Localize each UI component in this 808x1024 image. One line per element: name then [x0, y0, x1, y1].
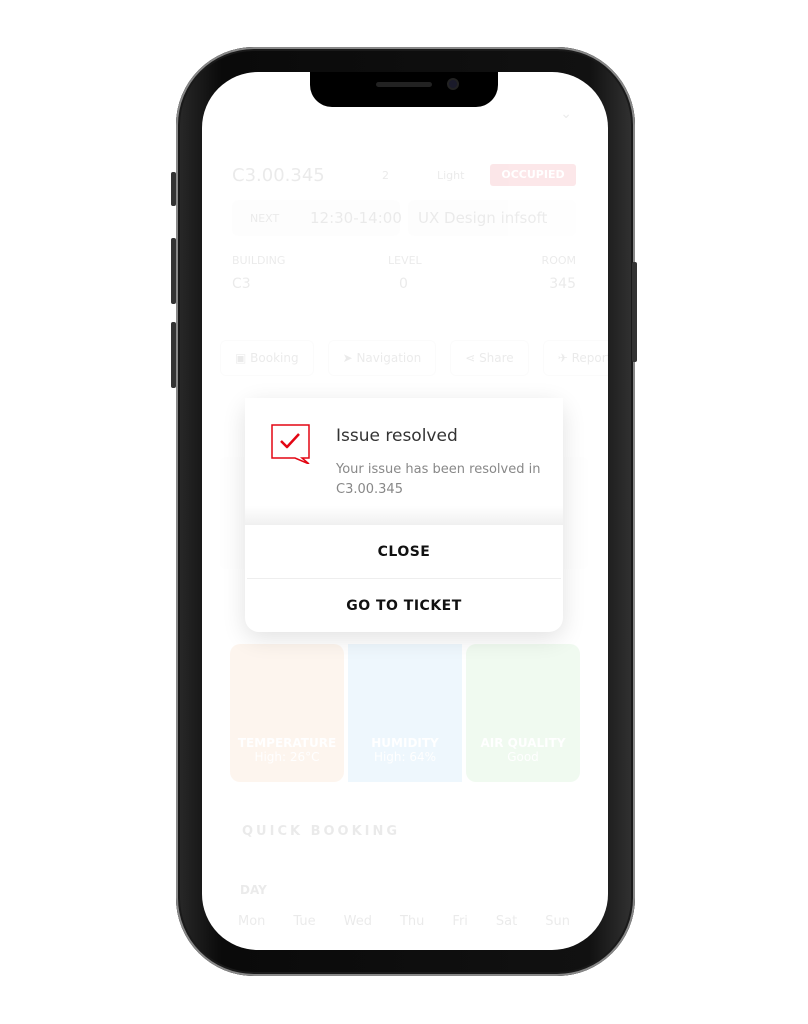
issue-resolved-dialog: Issue resolved Your issue has been resol…: [245, 398, 563, 632]
close-button[interactable]: CLOSE: [245, 525, 563, 578]
volume-down-button: [171, 322, 176, 388]
mute-switch: [171, 172, 176, 206]
volume-up-button: [171, 238, 176, 304]
power-button: [632, 262, 637, 362]
screen: ⌄ C3.00.345 2 Light OCCUPIED NEXT 12:30-…: [202, 72, 608, 950]
notch: [310, 72, 498, 107]
dialog-title: Issue resolved: [336, 426, 458, 446]
resolved-check-icon: [271, 424, 310, 464]
go-to-ticket-button[interactable]: GO TO TICKET: [245, 579, 563, 632]
camera: [447, 78, 459, 90]
speaker: [376, 82, 432, 87]
dialog-message: Your issue has been resolved in C3.00.34…: [336, 462, 541, 497]
